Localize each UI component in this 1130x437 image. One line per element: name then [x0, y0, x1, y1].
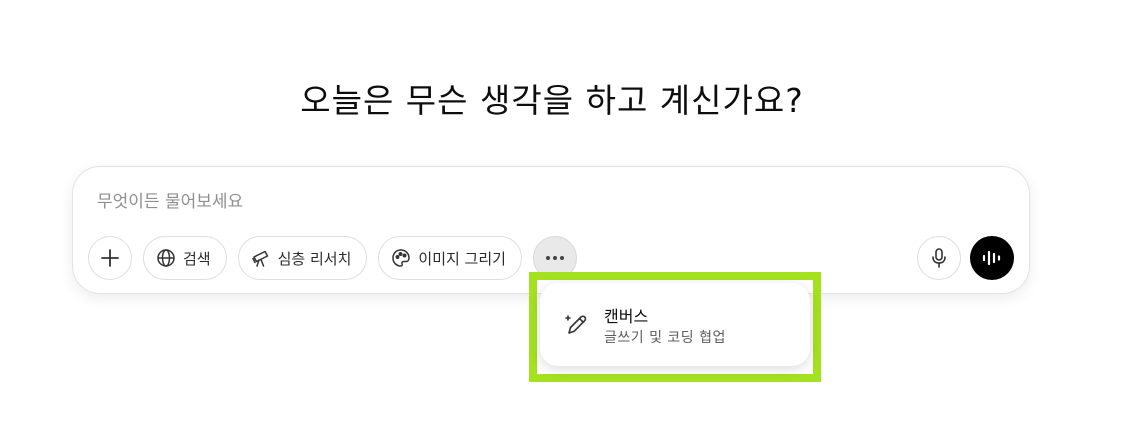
search-button[interactable]: 검색	[143, 236, 227, 280]
image-button-label: 이미지 그리기	[418, 249, 506, 268]
telescope-icon	[251, 248, 271, 268]
page: 오늘은 무슨 생각을 하고 계신가요? 검색	[0, 0, 1130, 437]
add-button[interactable]	[88, 236, 132, 280]
palette-icon	[391, 248, 411, 268]
composer-tool-row: 검색 심층 리서치 이미지 그리기	[88, 236, 577, 280]
menu-item-canvas[interactable]: 캔버스 글쓰기 및 코딩 협업	[540, 283, 810, 366]
globe-icon	[156, 248, 176, 268]
deep-research-button-label: 심층 리서치	[277, 249, 352, 268]
menu-item-canvas-subtitle: 글쓰기 및 코딩 협업	[604, 330, 726, 346]
deep-research-button[interactable]: 심층 리서치	[237, 236, 368, 280]
composer-right-tools	[917, 236, 1014, 280]
image-button[interactable]: 이미지 그리기	[378, 236, 522, 280]
search-button-label: 검색	[183, 249, 211, 268]
menu-item-canvas-title: 캔버스	[604, 307, 649, 326]
dictate-button[interactable]	[917, 236, 961, 280]
tools-dropdown-menu: 캔버스 글쓰기 및 코딩 협업	[540, 283, 810, 366]
voice-mode-button[interactable]	[970, 236, 1014, 280]
voice-waveform-icon	[981, 248, 1003, 268]
pencil-sparkle-icon	[564, 312, 590, 338]
microphone-icon	[929, 247, 949, 269]
prompt-input[interactable]	[97, 189, 997, 215]
more-horizontal-icon	[544, 255, 566, 261]
page-headline: 오늘은 무슨 생각을 하고 계신가요?	[300, 81, 804, 120]
plus-icon	[100, 248, 120, 268]
